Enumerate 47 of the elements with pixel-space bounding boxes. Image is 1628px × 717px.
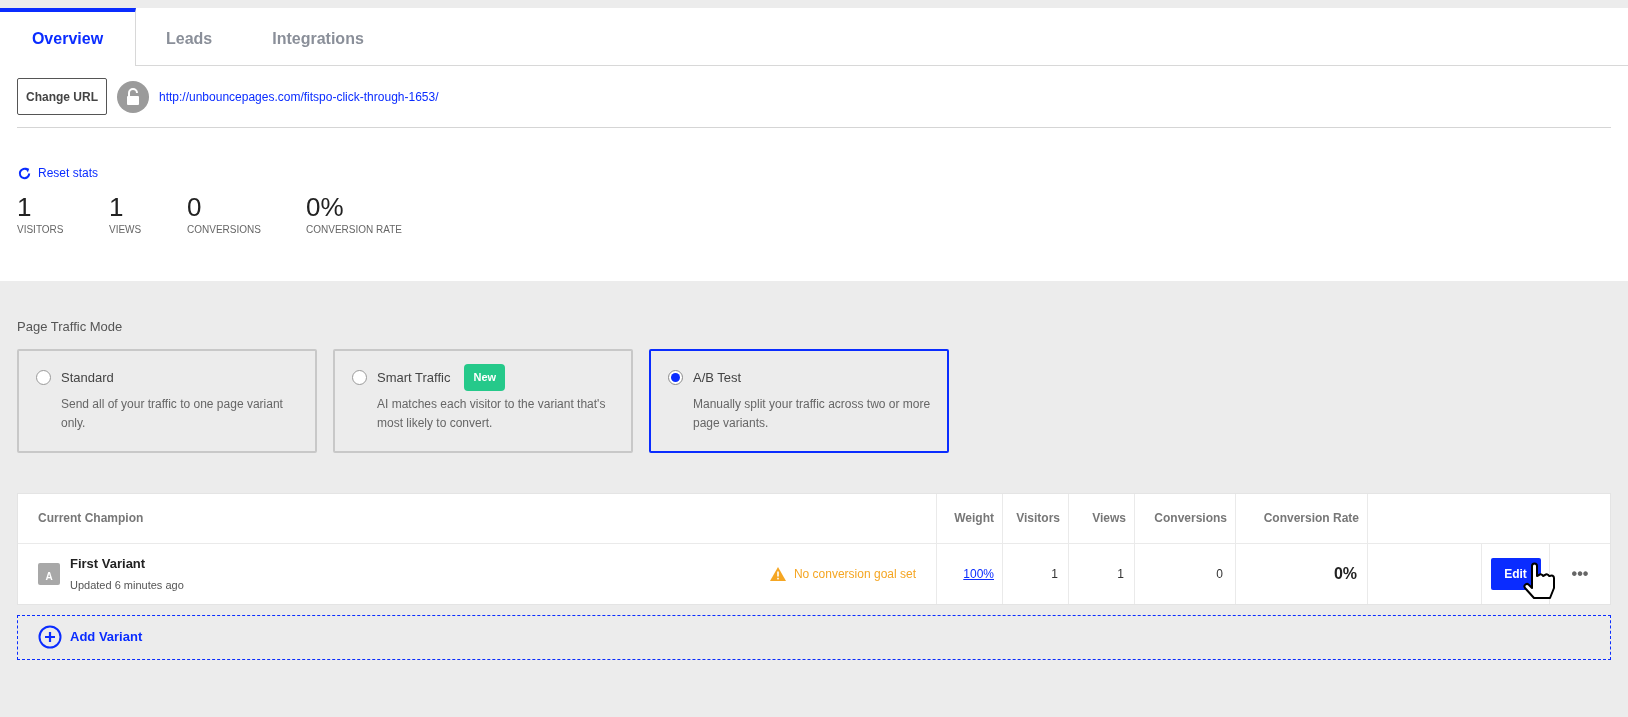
section-title: Page Traffic Mode: [17, 318, 124, 336]
warning-icon: [769, 566, 786, 581]
stat-label: VIEWS: [109, 223, 143, 237]
stat-label: VISITORS: [17, 223, 65, 237]
stat-value: 1: [109, 192, 125, 222]
warning-text: No conversion goal set: [793, 565, 916, 583]
variant-name[interactable]: First Variant: [70, 554, 184, 574]
stat-value: 0%: [306, 192, 345, 222]
more-options-button[interactable]: •••: [1571, 561, 1589, 586]
tab[interactable]: Overview: [0, 8, 136, 66]
option-label: Smart Traffic: [377, 368, 451, 387]
option-description: Manually split your traffic across two or more page variants.: [693, 395, 932, 432]
lock-icon: [117, 80, 149, 113]
table-cell: 1: [1002, 543, 1068, 604]
new-badge: New: [464, 364, 506, 391]
option-label: A/B Test: [693, 368, 742, 387]
radio-button[interactable]: [352, 370, 367, 385]
table-cell: 1: [1068, 543, 1134, 604]
column-header: Conversions: [1134, 493, 1235, 543]
option-label: Standard: [61, 368, 114, 387]
add-variant-button[interactable]: Add Variant: [17, 614, 1611, 660]
option-description: AI matches each visitor to the variant that's most likely to convert.: [377, 395, 607, 432]
weight-link[interactable]: 100%: [963, 564, 994, 583]
traffic-mode-card[interactable]: Smart Traffic New AI matches each visitor to the variant that's most likely to convert.: [333, 348, 633, 453]
column-header: Visitors: [1002, 493, 1068, 543]
reset-stats-link[interactable]: Reset stats: [38, 164, 99, 182]
variant-letter: A: [38, 562, 60, 585]
option-description: Send all of your traffic to one page variant only.: [61, 395, 284, 432]
column-header: Weight: [936, 493, 1002, 543]
column-header: Current Champion: [37, 510, 145, 527]
stat-label: CONVERSION RATE: [306, 223, 403, 237]
page-url-link[interactable]: http://unbouncepages.com/fitspo-click-through-1653/: [159, 87, 439, 106]
stat-label: CONVERSIONS: [187, 223, 262, 237]
radio-button[interactable]: [668, 370, 683, 385]
radio-button[interactable]: [36, 370, 51, 385]
updated-time: Updated 6 minutes ago: [70, 577, 184, 593]
refresh-icon: [17, 165, 32, 181]
table-cell: 0: [1134, 543, 1235, 604]
plus-circle-icon: [38, 625, 62, 649]
traffic-mode-card[interactable]: A/B Test Manually split your traffic across two or more page variants.: [649, 348, 949, 453]
table-cell: 0%: [1235, 543, 1367, 604]
column-header: Conversion Rate: [1235, 493, 1367, 543]
stat-value: 0: [187, 192, 203, 222]
column-header: Views: [1068, 493, 1134, 543]
change-url-button[interactable]: Change URL: [17, 78, 107, 115]
traffic-mode-card[interactable]: Standard Send all of your traffic to one page variant only.: [17, 348, 317, 453]
stat-value: 1: [17, 192, 33, 222]
